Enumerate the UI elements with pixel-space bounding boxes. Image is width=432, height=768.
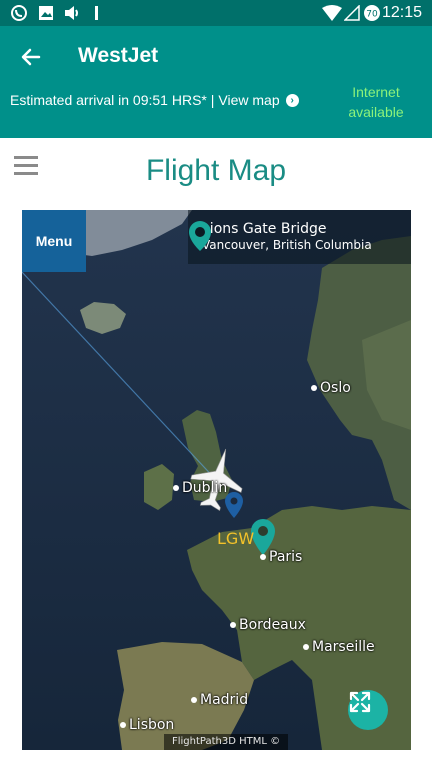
city-label: Paris — [260, 549, 302, 565]
location-subtitle: Vancouver, British Columbia — [202, 238, 372, 252]
volume-icon — [64, 4, 82, 22]
expand-icon — [349, 691, 371, 713]
flight-map[interactable]: Menu Lions Gate Bridge Vancouver, Britis… — [22, 210, 411, 750]
map-credit: FlightPath3D HTML © — [164, 734, 289, 750]
city-label: Bordeaux — [230, 617, 306, 633]
airport-code: LGW — [217, 529, 255, 548]
location-info: Lions Gate Bridge Vancouver, British Col… — [188, 210, 411, 264]
location-name: Lions Gate Bridge — [202, 221, 327, 237]
battery-level: 70 — [366, 10, 378, 20]
eta-row: Estimated arrival in 09:51 HRS* | View m… — [10, 92, 299, 108]
image-icon — [38, 4, 54, 22]
view-map-link[interactable]: View map — [218, 92, 279, 108]
viber-icon — [10, 4, 28, 22]
chevron-right-icon[interactable]: › — [285, 93, 299, 107]
clock: 12:15 — [381, 4, 422, 21]
wifi-icon — [322, 4, 342, 22]
city-label: Lisbon — [120, 717, 174, 733]
map-menu-button[interactable]: Menu — [22, 210, 86, 272]
status-bar: 70 12:15 — [0, 0, 432, 26]
arrow-left-icon — [21, 48, 41, 66]
signal-icon — [344, 4, 360, 22]
battery-icon: 70 — [362, 4, 382, 22]
page-title: Flight Map — [145, 154, 287, 187]
fullscreen-button[interactable] — [348, 690, 388, 730]
eta-text: Estimated arrival in 09:51 HRS* | — [10, 92, 215, 108]
back-button[interactable] — [16, 42, 46, 72]
internet-status: Internet available — [348, 84, 404, 120]
city-label: Dublin — [173, 480, 227, 496]
city-label: Marseille — [303, 639, 375, 655]
app-title: WestJet — [78, 44, 159, 67]
sim-icon — [94, 4, 100, 22]
app-bar: WestJet Estimated arrival in 09:51 HRS* … — [0, 26, 432, 138]
city-label: Madrid — [191, 692, 248, 708]
location-pin-icon — [189, 221, 211, 251]
city-label: Oslo — [311, 380, 351, 396]
